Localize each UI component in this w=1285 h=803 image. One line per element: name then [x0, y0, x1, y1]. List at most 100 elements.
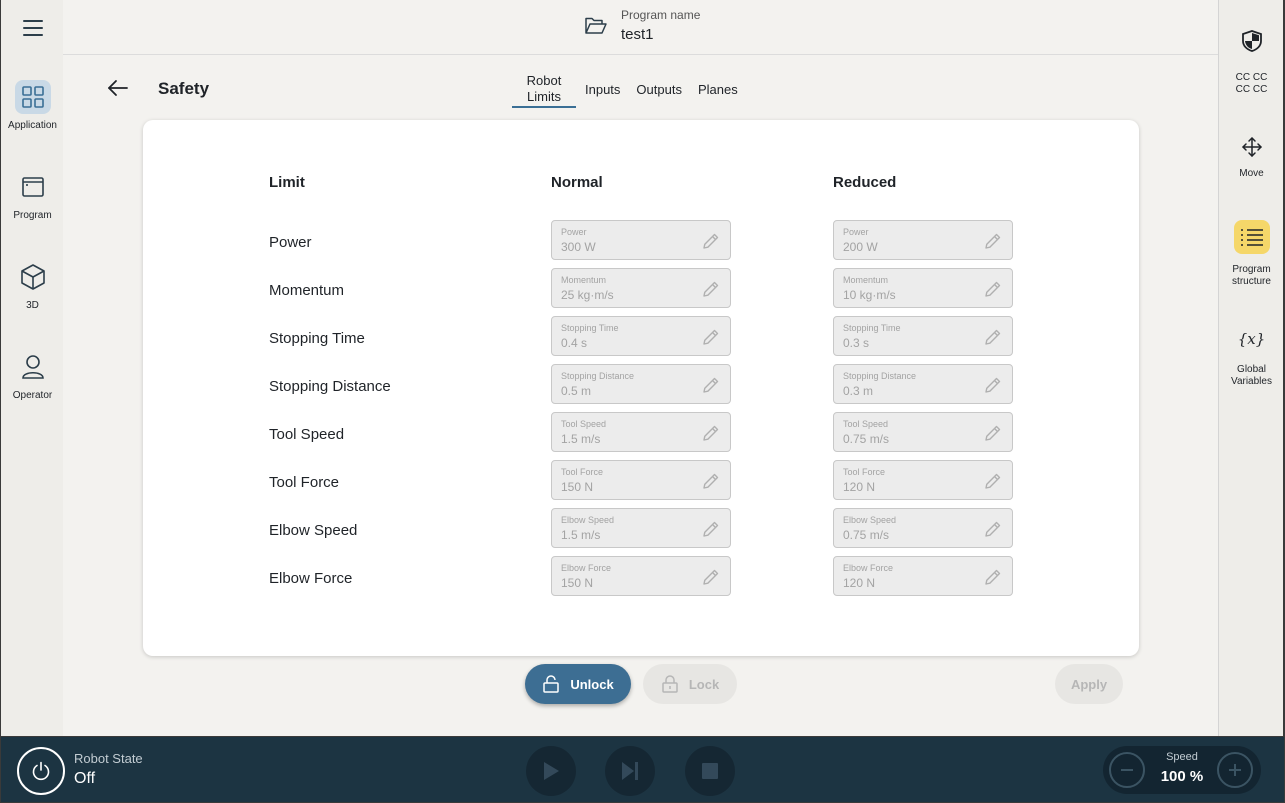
play-icon: [544, 762, 559, 780]
limits-card: Limit Normal Reduced Power Power 300 W Powe…: [143, 120, 1139, 656]
pencil-edit-icon[interactable]: [702, 568, 720, 586]
sidebar-item-3d[interactable]: 3D: [1, 260, 64, 311]
field-value: 120 N: [843, 576, 876, 590]
back-arrow-icon[interactable]: [107, 79, 129, 97]
program-name-display[interactable]: Program name test1: [585, 8, 700, 43]
lock-button[interactable]: Lock: [643, 664, 737, 704]
apply-label: Apply: [1070, 676, 1108, 692]
tab-outputs[interactable]: Outputs: [629, 71, 689, 108]
user-icon: [15, 350, 51, 384]
pencil-edit-icon[interactable]: [984, 232, 1002, 250]
limit-field-normal[interactable]: Momentum 25 kg·m/s: [551, 268, 731, 308]
pencil-edit-icon[interactable]: [984, 520, 1002, 538]
field-value: 120 N: [843, 480, 876, 494]
limit-field-reduced[interactable]: Tool Speed 0.75 m/s: [833, 412, 1013, 452]
field-value: 25 kg·m/s: [561, 288, 614, 302]
unlock-button[interactable]: Unlock: [525, 664, 631, 704]
pencil-edit-icon[interactable]: [702, 328, 720, 346]
pencil-edit-icon[interactable]: [984, 280, 1002, 298]
apply-button[interactable]: Apply: [1055, 664, 1123, 704]
limit-row-label: Elbow Speed: [269, 522, 358, 539]
field-value: 0.4 s: [561, 336, 588, 350]
limit-field-normal[interactable]: Stopping Time 0.4 s: [551, 316, 731, 356]
sidebar-item-safety[interactable]: CC CC CC CC: [1219, 24, 1284, 96]
lock-icon: [662, 675, 678, 693]
sidebar-item-label: 3D: [26, 300, 39, 311]
pencil-edit-icon[interactable]: [702, 376, 720, 394]
field-value: 150 N: [561, 576, 594, 590]
field-label: Power: [561, 227, 587, 237]
pencil-edit-icon[interactable]: [702, 520, 720, 538]
field-label: Elbow Force: [561, 563, 612, 573]
sidebar-item-label: Application: [8, 120, 57, 131]
field-label: Stopping Distance: [843, 371, 917, 381]
field-label: Tool Force: [843, 467, 886, 477]
sidebar-item-program-structure[interactable]: Program structure: [1219, 220, 1284, 288]
speed-increase-button[interactable]: [1217, 752, 1253, 788]
tab-robot-limits[interactable]: Robot Limits: [512, 71, 576, 108]
field-label: Elbow Speed: [843, 515, 897, 525]
field-label: Power: [843, 227, 869, 237]
grid-icon: [14, 80, 51, 114]
field-label: Tool Speed: [843, 419, 889, 429]
limit-field-reduced[interactable]: Stopping Distance 0.3 m: [833, 364, 1013, 404]
pencil-edit-icon[interactable]: [984, 568, 1002, 586]
limit-field-reduced[interactable]: Stopping Time 0.3 s: [833, 316, 1013, 356]
limit-field-reduced[interactable]: Tool Force 120 N: [833, 460, 1013, 500]
field-value: 300 W: [561, 240, 596, 254]
stop-button[interactable]: [685, 746, 735, 796]
limit-field-reduced[interactable]: Elbow Speed 0.75 m/s: [833, 508, 1013, 548]
tab-inputs[interactable]: Inputs: [578, 71, 627, 108]
top-bar: Program name test1: [63, 0, 1218, 55]
program-name-label: Program name: [621, 8, 701, 22]
play-button[interactable]: [526, 746, 576, 796]
field-label: Tool Speed: [561, 419, 607, 429]
unlock-label: Unlock: [570, 676, 614, 692]
pencil-edit-icon[interactable]: [702, 280, 720, 298]
move-arrows-icon: [1234, 130, 1270, 164]
pencil-edit-icon[interactable]: [702, 472, 720, 490]
pencil-edit-icon[interactable]: [984, 424, 1002, 442]
safety-shield-icon: [1234, 24, 1270, 58]
limit-field-normal[interactable]: Elbow Force 150 N: [551, 556, 731, 596]
column-header-limit: Limit: [269, 174, 305, 191]
sidebar-item-operator[interactable]: Operator: [1, 350, 64, 401]
limit-row-label: Tool Speed: [269, 426, 345, 443]
limit-field-reduced[interactable]: Power 200 W: [833, 220, 1013, 260]
tab-planes[interactable]: Planes: [691, 71, 745, 108]
program-structure-label: Program structure: [1232, 264, 1271, 287]
plus-icon: [1229, 764, 1241, 776]
program-window-icon: [15, 170, 51, 204]
limit-field-reduced[interactable]: Momentum 10 kg·m/s: [833, 268, 1013, 308]
field-value: 1.5 m/s: [561, 528, 601, 542]
limit-field-normal[interactable]: Stopping Distance 0.5 m: [551, 364, 731, 404]
left-sidebar: Application Program 3D Operator: [0, 0, 63, 736]
sidebar-item-application[interactable]: Application: [1, 80, 64, 131]
sidebar-item-global-variables[interactable]: {x} Global Variables: [1219, 322, 1284, 388]
hamburger-menu-icon[interactable]: [23, 20, 43, 38]
robot-state-label: Robot State: [74, 751, 143, 766]
limit-row-label: Momentum: [269, 282, 345, 299]
pencil-edit-icon[interactable]: [702, 232, 720, 250]
pencil-edit-icon[interactable]: [702, 424, 720, 442]
field-label: Momentum: [843, 275, 889, 285]
pencil-edit-icon[interactable]: [984, 472, 1002, 490]
column-header-normal: Normal: [551, 174, 603, 191]
field-label: Tool Force: [561, 467, 604, 477]
limit-field-normal[interactable]: Tool Speed 1.5 m/s: [551, 412, 731, 452]
sidebar-item-move[interactable]: Move: [1219, 130, 1284, 180]
step-icon: [622, 762, 638, 780]
sidebar-item-program[interactable]: Program: [1, 170, 64, 221]
limit-row-label: Tool Force: [269, 474, 340, 491]
step-button[interactable]: [605, 746, 655, 796]
limit-field-normal[interactable]: Tool Force 150 N: [551, 460, 731, 500]
limit-field-normal[interactable]: Elbow Speed 1.5 m/s: [551, 508, 731, 548]
field-label: Momentum: [561, 275, 607, 285]
limit-field-reduced[interactable]: Elbow Force 120 N: [833, 556, 1013, 596]
pencil-edit-icon[interactable]: [984, 328, 1002, 346]
pencil-edit-icon[interactable]: [984, 376, 1002, 394]
power-button[interactable]: [17, 747, 65, 795]
safety-checksum-label: CC CC CC CC: [1235, 72, 1268, 95]
speed-control: Speed 100 %: [1103, 746, 1261, 794]
limit-field-normal[interactable]: Power 300 W: [551, 220, 731, 260]
